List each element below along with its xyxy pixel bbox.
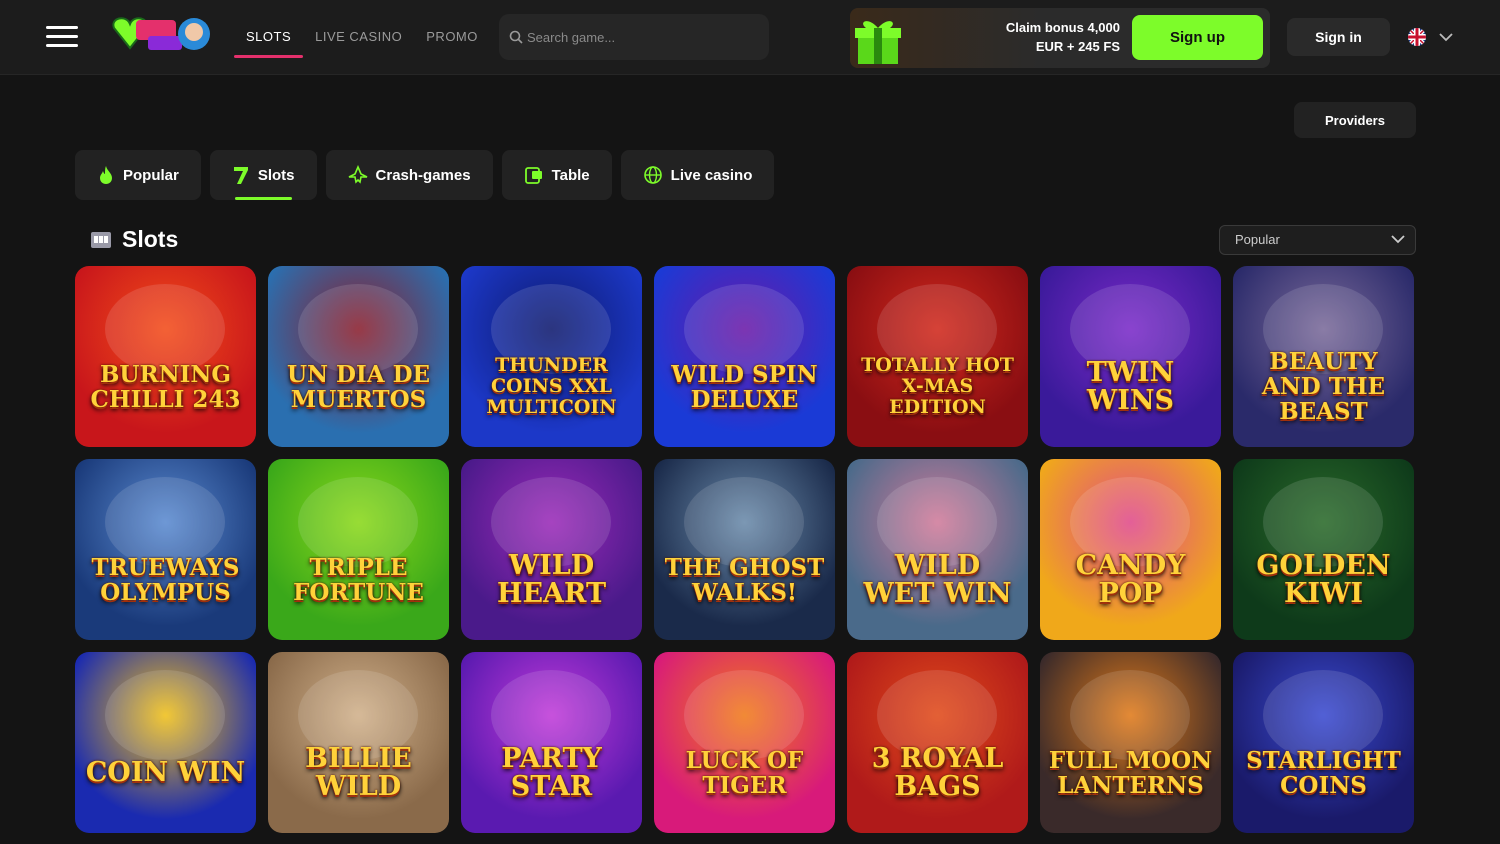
tab-crash-games[interactable]: Crash-games xyxy=(325,150,493,200)
game-tile[interactable]: Golden Kiwi xyxy=(1233,459,1414,640)
game-tile[interactable]: Thunder Coins XXL Multicoin xyxy=(461,266,642,447)
section-title: Slots xyxy=(90,226,178,253)
game-tile[interactable]: Twin Wins xyxy=(1040,266,1221,447)
game-title: Wild Heart xyxy=(496,549,607,609)
chevron-down-icon xyxy=(1391,235,1405,244)
game-title: Wild Spin Deluxe xyxy=(671,360,818,413)
nav-live-casino[interactable]: LIVE CASINO xyxy=(303,0,414,75)
signup-button[interactable]: Sign up xyxy=(1132,15,1263,60)
game-tile[interactable]: Party Star xyxy=(461,652,642,833)
nav-slots[interactable]: SLOTS xyxy=(234,0,304,75)
sort-select[interactable]: Popular xyxy=(1219,225,1416,255)
tab-label: Table xyxy=(551,166,590,184)
game-tile[interactable]: Billie Wild xyxy=(268,652,449,833)
game-tile[interactable]: Wild Heart xyxy=(461,459,642,640)
globe-icon xyxy=(643,166,662,184)
seven-icon xyxy=(233,167,248,184)
cards-icon xyxy=(524,167,542,184)
game-title: Burning Chilli 243 xyxy=(90,360,241,413)
game-tile[interactable]: Candy Pop xyxy=(1040,459,1221,640)
game-title: Twin Wins xyxy=(1086,356,1175,416)
game-title: Wild Wet Win xyxy=(863,549,1012,609)
game-title: Triple Fortune xyxy=(293,553,424,606)
game-title: The Ghost Walks! xyxy=(664,553,825,606)
game-tile[interactable]: Wild Spin Deluxe xyxy=(654,266,835,447)
top-bar: SLOTS LIVE CASINO PROMO Claim bonus 4,00… xyxy=(0,0,1500,75)
sort-value: Popular xyxy=(1235,232,1280,247)
tab-table[interactable]: Table xyxy=(501,150,612,200)
game-title: Thunder Coins XXL Multicoin xyxy=(486,354,617,418)
tab-live-casino[interactable]: Live casino xyxy=(620,150,775,200)
bonus-line-1: Claim bonus 4,000 xyxy=(1005,20,1120,35)
tab-label: Live casino xyxy=(670,166,753,184)
flame-icon xyxy=(100,166,112,184)
game-title: Trueways Olympus xyxy=(91,553,240,606)
gift-icon xyxy=(855,21,901,64)
search-icon xyxy=(509,30,523,44)
uk-flag-icon xyxy=(1408,28,1426,46)
game-title: Golden Kiwi xyxy=(1256,549,1391,609)
game-tile[interactable]: Wild Wet Win xyxy=(847,459,1028,640)
plane-icon xyxy=(348,165,367,184)
game-tile[interactable]: Luck of Tiger xyxy=(654,652,835,833)
games-grid: Burning Chilli 243 Un Dia de Muertos Thund… xyxy=(75,266,1416,833)
game-tile[interactable]: Coin Win xyxy=(75,652,256,833)
game-tile[interactable]: Beauty and the Beast xyxy=(1233,266,1414,447)
game-title: Beauty and the Beast xyxy=(1261,348,1386,425)
tab-label: Popular xyxy=(123,166,179,184)
game-title: Starlight Coins xyxy=(1246,746,1401,799)
game-title: Totally Hot X-Mas Edition xyxy=(861,354,1014,418)
chevron-down-icon xyxy=(1439,33,1453,42)
section-title-text: Slots xyxy=(122,226,179,252)
category-tabs: Popular Slots Crash-games Table Live cas… xyxy=(75,150,775,200)
game-tile[interactable]: Burning Chilli 243 xyxy=(75,266,256,447)
search-box xyxy=(499,14,769,60)
game-art xyxy=(105,670,225,760)
game-tile[interactable]: Full Moon Lanterns xyxy=(1040,652,1221,833)
game-title: Coin Win xyxy=(85,756,246,788)
game-tile[interactable]: Starlight Coins xyxy=(1233,652,1414,833)
game-title: 3 Royal Bags xyxy=(871,742,1004,802)
game-tile[interactable]: Trueways Olympus xyxy=(75,459,256,640)
game-title: Luck of Tiger xyxy=(685,746,804,799)
game-title: Un Dia de Muertos xyxy=(286,360,431,413)
game-tile[interactable]: Totally Hot X-Mas Edition xyxy=(847,266,1028,447)
game-tile[interactable]: 3 Royal Bags xyxy=(847,652,1028,833)
tab-label: Crash-games xyxy=(375,166,471,184)
main-nav: SLOTS LIVE CASINO PROMO xyxy=(234,0,490,75)
game-title: Party Star xyxy=(501,742,602,802)
tab-popular[interactable]: Popular xyxy=(75,150,201,200)
menu-icon[interactable] xyxy=(46,26,78,48)
search-input[interactable] xyxy=(527,14,757,60)
tab-slots[interactable]: Slots xyxy=(209,150,317,200)
site-logo[interactable] xyxy=(108,10,214,64)
bonus-line-2: EUR + 245 FS xyxy=(1035,39,1120,54)
game-title: Billie Wild xyxy=(305,742,412,802)
game-title: Full Moon Lanterns xyxy=(1048,746,1213,799)
game-tile[interactable]: The Ghost Walks! xyxy=(654,459,835,640)
language-selector[interactable] xyxy=(1406,26,1456,48)
slot-machine-icon xyxy=(91,231,111,248)
bonus-text: Claim bonus 4,000 EUR + 245 FS xyxy=(1006,18,1120,56)
tab-label: Slots xyxy=(257,166,295,184)
game-tile[interactable]: Triple Fortune xyxy=(268,459,449,640)
signin-button[interactable]: Sign in xyxy=(1287,18,1390,56)
providers-button[interactable]: Providers xyxy=(1294,102,1416,138)
game-tile[interactable]: Un Dia de Muertos xyxy=(268,266,449,447)
game-title: Candy Pop xyxy=(1075,549,1186,609)
nav-promo[interactable]: PROMO xyxy=(414,0,490,75)
